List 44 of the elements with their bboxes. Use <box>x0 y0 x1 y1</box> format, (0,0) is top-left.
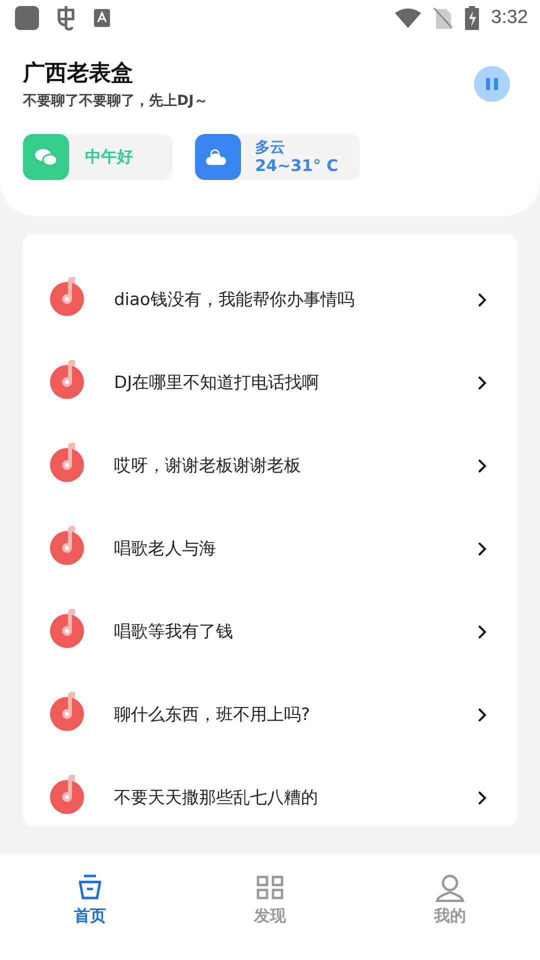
music-disc-icon <box>50 608 86 648</box>
music-disc-icon <box>50 276 86 316</box>
track-item[interactable]: DJ在哪里不知道打电话找啊 <box>23 341 517 424</box>
temperature-text: 24~31° C <box>255 156 338 176</box>
no-sim-icon <box>433 7 454 29</box>
track-item[interactable]: 哎呀，谢谢老板谢谢老板 <box>23 424 517 507</box>
grid-icon <box>255 874 285 902</box>
music-disc-icon <box>50 360 86 400</box>
track-item[interactable]: diao钱没有，我能帮你办事情吗 <box>23 258 517 341</box>
wifi-icon <box>395 8 422 28</box>
track-title: 聊什么东西，班不用上吗? <box>114 704 312 726</box>
chevron-right-icon <box>477 292 487 308</box>
person-icon <box>435 874 465 902</box>
music-disc-icon <box>50 442 86 482</box>
track-title: 哎呀，谢谢老板谢谢老板 <box>114 455 302 477</box>
track-item[interactable]: 聊什么东西，班不用上吗? <box>23 673 517 756</box>
track-title: diao钱没有，我能帮你办事情吗 <box>114 289 356 311</box>
keyboard-icon <box>94 9 110 27</box>
track-title: DJ在哪里不知道打电话找啊 <box>114 372 320 394</box>
chevron-right-icon <box>477 790 487 806</box>
track-title: 唱歌等我有了钱 <box>114 621 234 643</box>
pause-icon <box>484 76 500 92</box>
track-title: 不要天天撒那些乱七八糟的 <box>114 787 319 809</box>
chevron-right-icon <box>477 540 487 556</box>
chevron-right-icon <box>477 624 487 640</box>
nav-tab[interactable]: 首页 <box>50 874 130 927</box>
battery-charging-icon <box>465 6 480 30</box>
chevron-right-icon <box>477 458 487 474</box>
track-item[interactable]: 唱歌老人与海 <box>23 507 517 590</box>
greeting-text: 中午好 <box>85 146 133 168</box>
track-item[interactable]: 唱歌等我有了钱 <box>23 590 517 673</box>
music-disc-icon <box>50 692 86 732</box>
music-disc-icon <box>50 774 86 814</box>
pause-button[interactable] <box>474 66 510 102</box>
weather-condition: 多云 <box>255 138 286 156</box>
chevron-right-icon <box>477 374 487 390</box>
chevron-right-icon <box>477 706 487 722</box>
app-square-icon <box>14 5 40 31</box>
music-disc-icon <box>50 526 86 566</box>
app-title: 广西老表盒 <box>23 60 134 88</box>
track-title: 唱歌老人与海 <box>114 538 217 560</box>
app-subtitle: 不要聊了不要聊了，先上DJ～ <box>23 92 208 110</box>
status-time: 3:32 <box>491 7 528 29</box>
track-item[interactable]: 不要天天撒那些乱七八糟的 <box>23 756 517 839</box>
